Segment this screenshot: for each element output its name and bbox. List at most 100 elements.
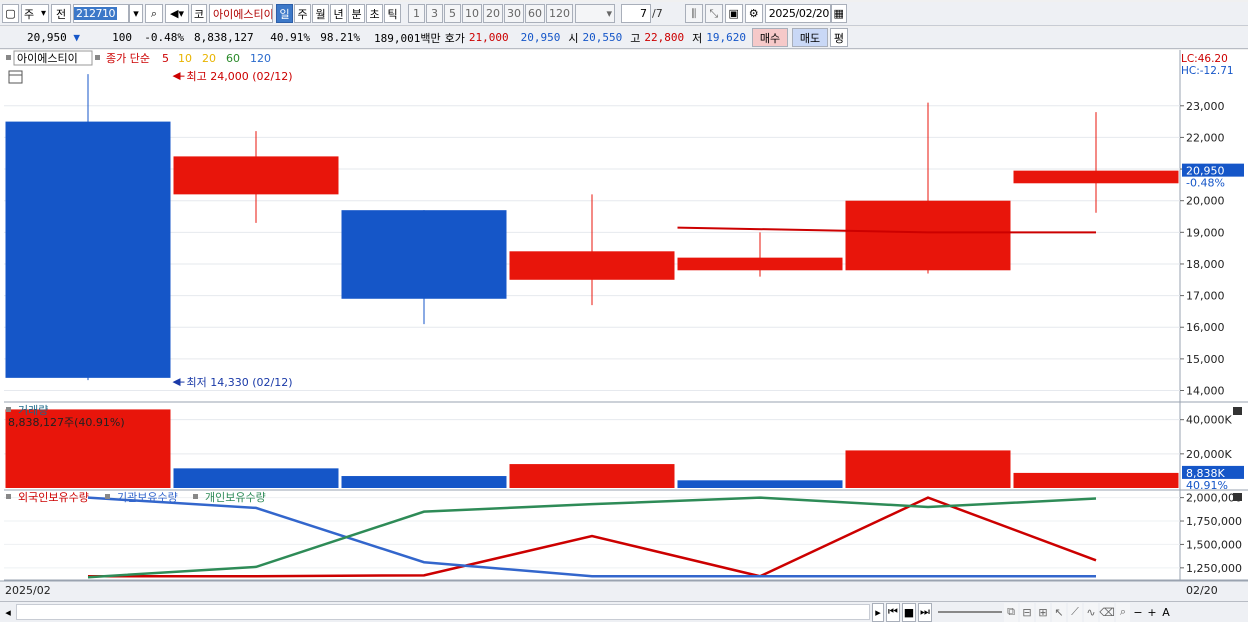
interval-button-4[interactable]: 20: [483, 4, 503, 23]
x-axis-start-label: 2025/02: [5, 584, 51, 597]
turnover-pct: 40.91%: [270, 31, 310, 44]
period-tab-0[interactable]: 일: [276, 4, 293, 23]
holding-legend-square-2: [193, 494, 198, 499]
volume-bar-5: [845, 450, 1011, 488]
count-input[interactable]: 7: [621, 4, 651, 23]
zoom-slider[interactable]: [938, 611, 1002, 613]
date-input[interactable]: 2025/02/20: [764, 4, 831, 23]
last-icon[interactable]: ⏭: [918, 602, 932, 622]
layout-icon[interactable]: ▢: [2, 4, 19, 23]
trend-icon[interactable]: ⟋: [1068, 602, 1082, 622]
change-value: 100: [112, 31, 132, 44]
sound-icon[interactable]: ◀▾: [165, 4, 189, 23]
chart-svg[interactable]: 14,000 15,000 16,000 17,000 18,000 19,000 20,0…: [0, 50, 1248, 602]
stop-icon[interactable]: ■: [902, 602, 916, 622]
volume-tick-label-1: 40,000K: [1186, 414, 1232, 427]
holding-tick-label-2: 1,750,000: [1186, 515, 1242, 528]
search-icon[interactable]: ⌕: [145, 4, 163, 23]
interval-button-7[interactable]: 120: [546, 4, 573, 23]
x-axis-band: [0, 581, 1248, 601]
amount-value: 189,001백만: [374, 31, 441, 45]
interval-button-1[interactable]: 3: [426, 4, 443, 23]
candle-body-5: [845, 200, 1011, 271]
x-axis-end-label: 02/20: [1186, 584, 1218, 597]
text-icon[interactable]: A: [1160, 603, 1172, 622]
volume-bar-3: [509, 464, 675, 488]
volume-legend-square-icon: [6, 407, 11, 412]
period-tab-5[interactable]: 초: [366, 4, 383, 23]
zoom-in-icon[interactable]: +: [1146, 603, 1158, 622]
price-tick-label-2: 16,000: [1186, 321, 1225, 334]
draw-line-icon[interactable]: ↖: [1052, 602, 1066, 622]
zoom-out-icon[interactable]: −: [1132, 603, 1144, 622]
scroll-right-button[interactable]: ▸: [872, 602, 884, 622]
sell-button[interactable]: 매도: [791, 28, 828, 47]
scroll-track[interactable]: [16, 604, 870, 620]
holding-close-icon: [1233, 493, 1242, 501]
save-icon[interactable]: ▣: [724, 4, 743, 23]
price-tick-label-0: 14,000: [1186, 385, 1225, 398]
top-toolbar: ▢ 주 ▾ 전 212710 ▾ ⌕ ◀▾ 코 아이에스티이 일주월년분초틱 13…: [0, 2, 1248, 26]
interval-button-0[interactable]: 1: [408, 4, 425, 23]
count-total: /7: [652, 7, 663, 20]
split-icon[interactable]: ⊟: [1020, 602, 1034, 622]
period-tab-6[interactable]: 틱: [384, 4, 401, 23]
hc-label: HC:-12.71: [1181, 65, 1234, 77]
gear-icon[interactable]: ⚙: [744, 4, 763, 23]
chart-area[interactable]: 14,000 15,000 16,000 17,000 18,000 19,000 20,0…: [0, 50, 1248, 602]
ask-value: 21,000: [468, 31, 509, 44]
wave-icon[interactable]: ∿: [1084, 602, 1098, 622]
volume-bar-6: [1013, 472, 1179, 488]
period-tab-3[interactable]: 년: [330, 4, 347, 23]
interval-button-5[interactable]: 30: [504, 4, 524, 23]
period-tab-1[interactable]: 주: [294, 4, 311, 23]
interval-custom-select[interactable]: ▾: [575, 4, 615, 23]
interval-button-2[interactable]: 5: [444, 4, 461, 23]
count-value: 7: [640, 7, 647, 20]
eraser-icon[interactable]: ⌫: [1099, 602, 1115, 622]
price-tick-label-3: 17,000: [1186, 290, 1225, 303]
market-label: 주: [24, 7, 35, 21]
price-tick-label-5: 19,000: [1186, 226, 1225, 239]
name-prefix[interactable]: 코: [191, 4, 207, 23]
eval-button[interactable]: 평: [829, 28, 848, 47]
chevron-down-icon: ▾: [40, 8, 46, 19]
prev-button[interactable]: 전: [51, 4, 71, 23]
ma-period-4: 120: [250, 52, 271, 65]
code-input[interactable]: 212710: [73, 4, 129, 23]
scroll-left-button[interactable]: ◂: [2, 603, 14, 622]
volume-tick-label-0: 20,000K: [1186, 448, 1232, 461]
low-marker-label: 최저 14,330 (02/12): [187, 376, 293, 389]
price-tick-label-1: 15,000: [1186, 353, 1225, 366]
low-value: 19,620: [706, 31, 746, 44]
current-price: 20,950 ▼: [10, 31, 80, 44]
market-select[interactable]: 주 ▾: [21, 4, 49, 23]
volume-close-icon: [1233, 407, 1242, 415]
window-icon[interactable]: ⧉: [1004, 602, 1018, 622]
candle-type-icon[interactable]: ⫼: [684, 4, 703, 23]
interval-button-3[interactable]: 10: [462, 4, 482, 23]
buy-button[interactable]: 매수: [751, 28, 788, 47]
period-tab-4[interactable]: 분: [348, 4, 365, 23]
code-value: 212710: [74, 7, 117, 20]
code-dropdown-button[interactable]: ▾: [129, 4, 143, 23]
candle-body-3: [509, 251, 675, 280]
grid-icon[interactable]: ⊞: [1036, 602, 1050, 622]
calendar-icon: [8, 70, 23, 84]
candle-body-4: [677, 257, 843, 271]
calendar-icon[interactable]: ▦: [830, 4, 847, 23]
magnifier-icon[interactable]: ⌕: [1116, 602, 1130, 622]
ma-legend-square-icon: [95, 55, 100, 60]
volume-bar-1: [173, 468, 339, 488]
interval-button-6[interactable]: 60: [525, 4, 545, 23]
price-tick-label-6: 20,000: [1186, 195, 1225, 208]
open-label: 시: [568, 31, 579, 45]
line-tool-icon[interactable]: ⤡: [704, 4, 723, 23]
date-value: 2025/02/20: [768, 7, 830, 20]
price-tick-label-4: 18,000: [1186, 258, 1225, 271]
candle-body-0: [5, 121, 171, 378]
first-icon[interactable]: ⏮: [886, 602, 900, 622]
open-value: 20,550: [582, 31, 623, 44]
high-value: 22,800: [644, 31, 685, 44]
period-tab-2[interactable]: 월: [312, 4, 329, 23]
